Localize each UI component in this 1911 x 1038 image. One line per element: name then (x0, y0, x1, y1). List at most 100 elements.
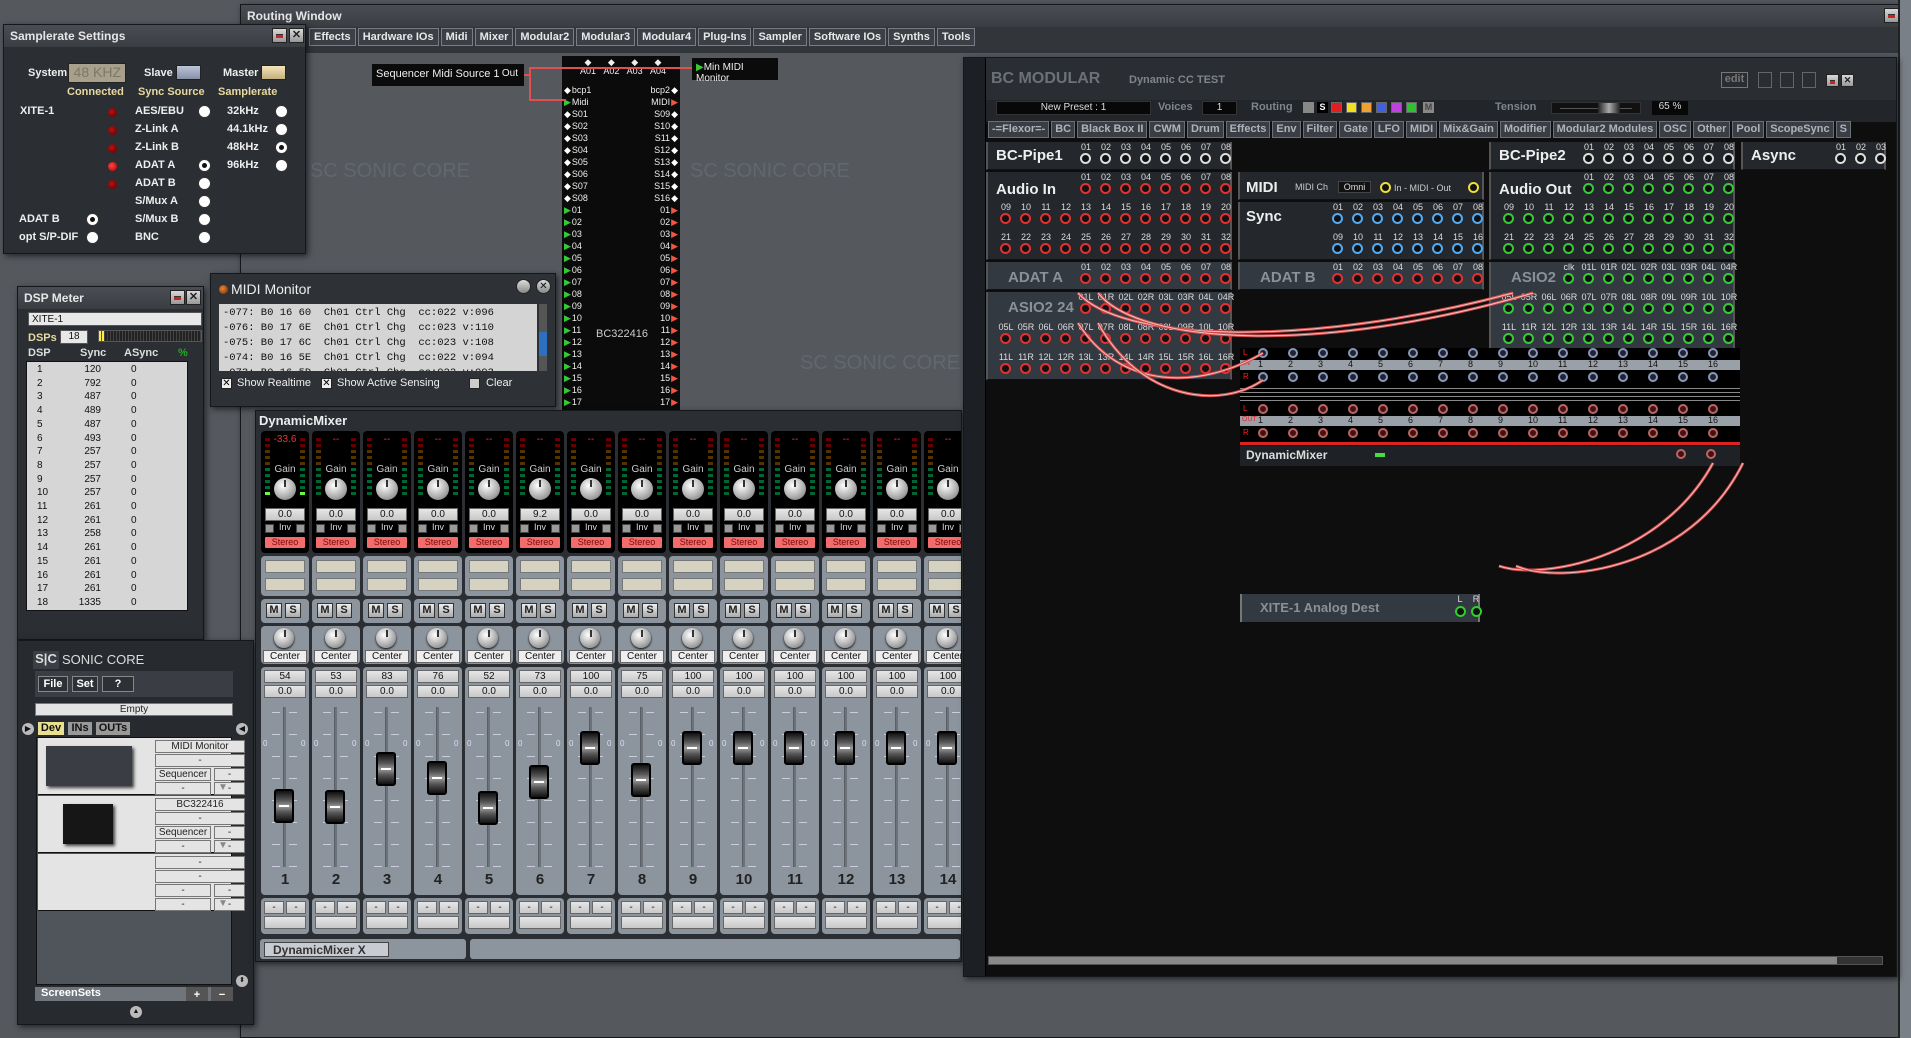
category-effects[interactable]: Effects (1225, 121, 1271, 138)
pan-knob[interactable] (835, 628, 855, 648)
pan-value[interactable]: Center (365, 650, 409, 663)
tab-mixer[interactable]: Mixer (474, 28, 514, 46)
jack[interactable] (1200, 243, 1211, 254)
sc-device-f1[interactable]: - (155, 754, 245, 767)
sc-device-name[interactable]: MIDI Monitor (155, 740, 245, 753)
jack[interactable] (1723, 153, 1734, 164)
volume-value[interactable]: 76 (417, 670, 459, 683)
gain-value[interactable]: 0.0 (418, 508, 458, 521)
jack[interactable] (1723, 213, 1734, 224)
mute-button[interactable]: M (521, 603, 537, 618)
pan-knob[interactable] (937, 628, 957, 648)
jack[interactable] (1563, 273, 1574, 284)
jack[interactable] (1543, 333, 1554, 344)
routing-m-button[interactable]: M (1423, 102, 1434, 113)
jack[interactable] (1000, 243, 1011, 254)
stereo-button[interactable]: Stereo (265, 537, 305, 548)
jack[interactable] (1020, 363, 1031, 374)
jack[interactable] (1040, 363, 1051, 374)
mixer-jack[interactable] (1468, 428, 1478, 438)
jack[interactable] (1140, 243, 1151, 254)
jack[interactable] (1080, 153, 1091, 164)
inv-left-checkbox[interactable] (520, 524, 529, 533)
mixer-jack[interactable] (1348, 348, 1358, 358)
output-bus[interactable] (417, 916, 459, 929)
jack[interactable] (1020, 243, 1031, 254)
mixer-jack[interactable] (1348, 404, 1358, 414)
mute-button[interactable]: M (929, 603, 945, 618)
gain-knob[interactable] (835, 478, 857, 500)
send-slot[interactable] (520, 578, 560, 591)
inv-right-checkbox[interactable] (500, 524, 509, 533)
output-bus[interactable] (774, 916, 816, 929)
mixer-jack[interactable] (1708, 372, 1718, 382)
bc-in-port[interactable]: ▶10 (564, 312, 614, 324)
jack[interactable] (1452, 243, 1463, 254)
send-slot[interactable] (367, 560, 407, 573)
dsp-minimize-button[interactable] (170, 290, 185, 305)
jack[interactable] (1723, 333, 1734, 344)
volume-fader[interactable] (886, 731, 906, 765)
jack[interactable] (1120, 303, 1131, 314)
jack[interactable] (1683, 273, 1694, 284)
jack[interactable] (1623, 243, 1634, 254)
jack[interactable] (1543, 213, 1554, 224)
sc-device-out[interactable]: - (155, 782, 211, 795)
mixer-jack[interactable] (1678, 348, 1688, 358)
jack[interactable] (1180, 243, 1191, 254)
solo-button[interactable]: S (336, 603, 352, 618)
mixer-jack[interactable] (1528, 348, 1538, 358)
mixer-jack[interactable] (1648, 348, 1658, 358)
inv-right-checkbox[interactable] (653, 524, 662, 533)
jack[interactable] (1523, 303, 1534, 314)
jack[interactable] (1583, 273, 1594, 284)
send-slot[interactable] (877, 560, 917, 573)
volume-fader[interactable] (274, 789, 294, 823)
mute-button[interactable]: M (776, 603, 792, 618)
jack[interactable] (1140, 333, 1151, 344)
inv-right-checkbox[interactable] (296, 524, 305, 533)
solo-button[interactable]: S (489, 603, 505, 618)
send-slot[interactable] (316, 560, 356, 573)
jack[interactable] (1643, 273, 1654, 284)
jack[interactable] (1200, 303, 1211, 314)
mixer-jack[interactable] (1258, 404, 1268, 414)
sc-device-name[interactable]: BC322416 (155, 798, 245, 811)
sync-source-radio[interactable] (198, 159, 211, 172)
mixer-jack[interactable] (1378, 428, 1388, 438)
mixer-jack[interactable] (1408, 404, 1418, 414)
jack[interactable] (1100, 273, 1111, 284)
routing-color-button[interactable] (1361, 102, 1372, 113)
bc-out-port[interactable]: S15◆ (628, 180, 678, 192)
solo-button[interactable]: S (642, 603, 658, 618)
category-bc[interactable]: BC (1051, 121, 1076, 138)
output-bus[interactable] (570, 916, 612, 929)
jack[interactable] (1080, 273, 1091, 284)
routing-s-button[interactable]: S (1317, 102, 1328, 113)
bc-out-port[interactable]: 04▶ (628, 240, 678, 252)
jack[interactable] (1875, 153, 1886, 164)
bc-top-port[interactable]: ◆ A04 (648, 58, 668, 76)
sync-source-radio[interactable] (198, 195, 211, 208)
gain-value[interactable]: 0.0 (877, 508, 917, 521)
bc-out-port[interactable]: 01▶ (628, 204, 678, 216)
bc-out-port[interactable]: bcp2◆ (628, 84, 678, 96)
mixer-jack[interactable] (1588, 372, 1598, 382)
jack[interactable] (1412, 243, 1423, 254)
pan-knob[interactable] (427, 628, 447, 648)
jack[interactable] (1372, 273, 1383, 284)
volume-value[interactable]: 100 (672, 670, 714, 683)
sc-device-f1[interactable]: - (155, 812, 245, 825)
preset-field[interactable]: New Preset : 1 (996, 101, 1151, 115)
pan-knob[interactable] (325, 628, 345, 648)
mute-button[interactable]: M (674, 603, 690, 618)
pan-knob[interactable] (886, 628, 906, 648)
volume-fader[interactable] (427, 761, 447, 795)
bc-out-port[interactable]: MIDI▶ (628, 96, 678, 108)
screenset-add-button[interactable]: + (186, 987, 208, 1001)
save-icon[interactable] (1780, 72, 1794, 88)
jack[interactable] (1060, 213, 1071, 224)
jack[interactable] (1160, 303, 1171, 314)
inv-right-checkbox[interactable] (959, 524, 961, 533)
clear-checkbox[interactable] (469, 378, 480, 389)
